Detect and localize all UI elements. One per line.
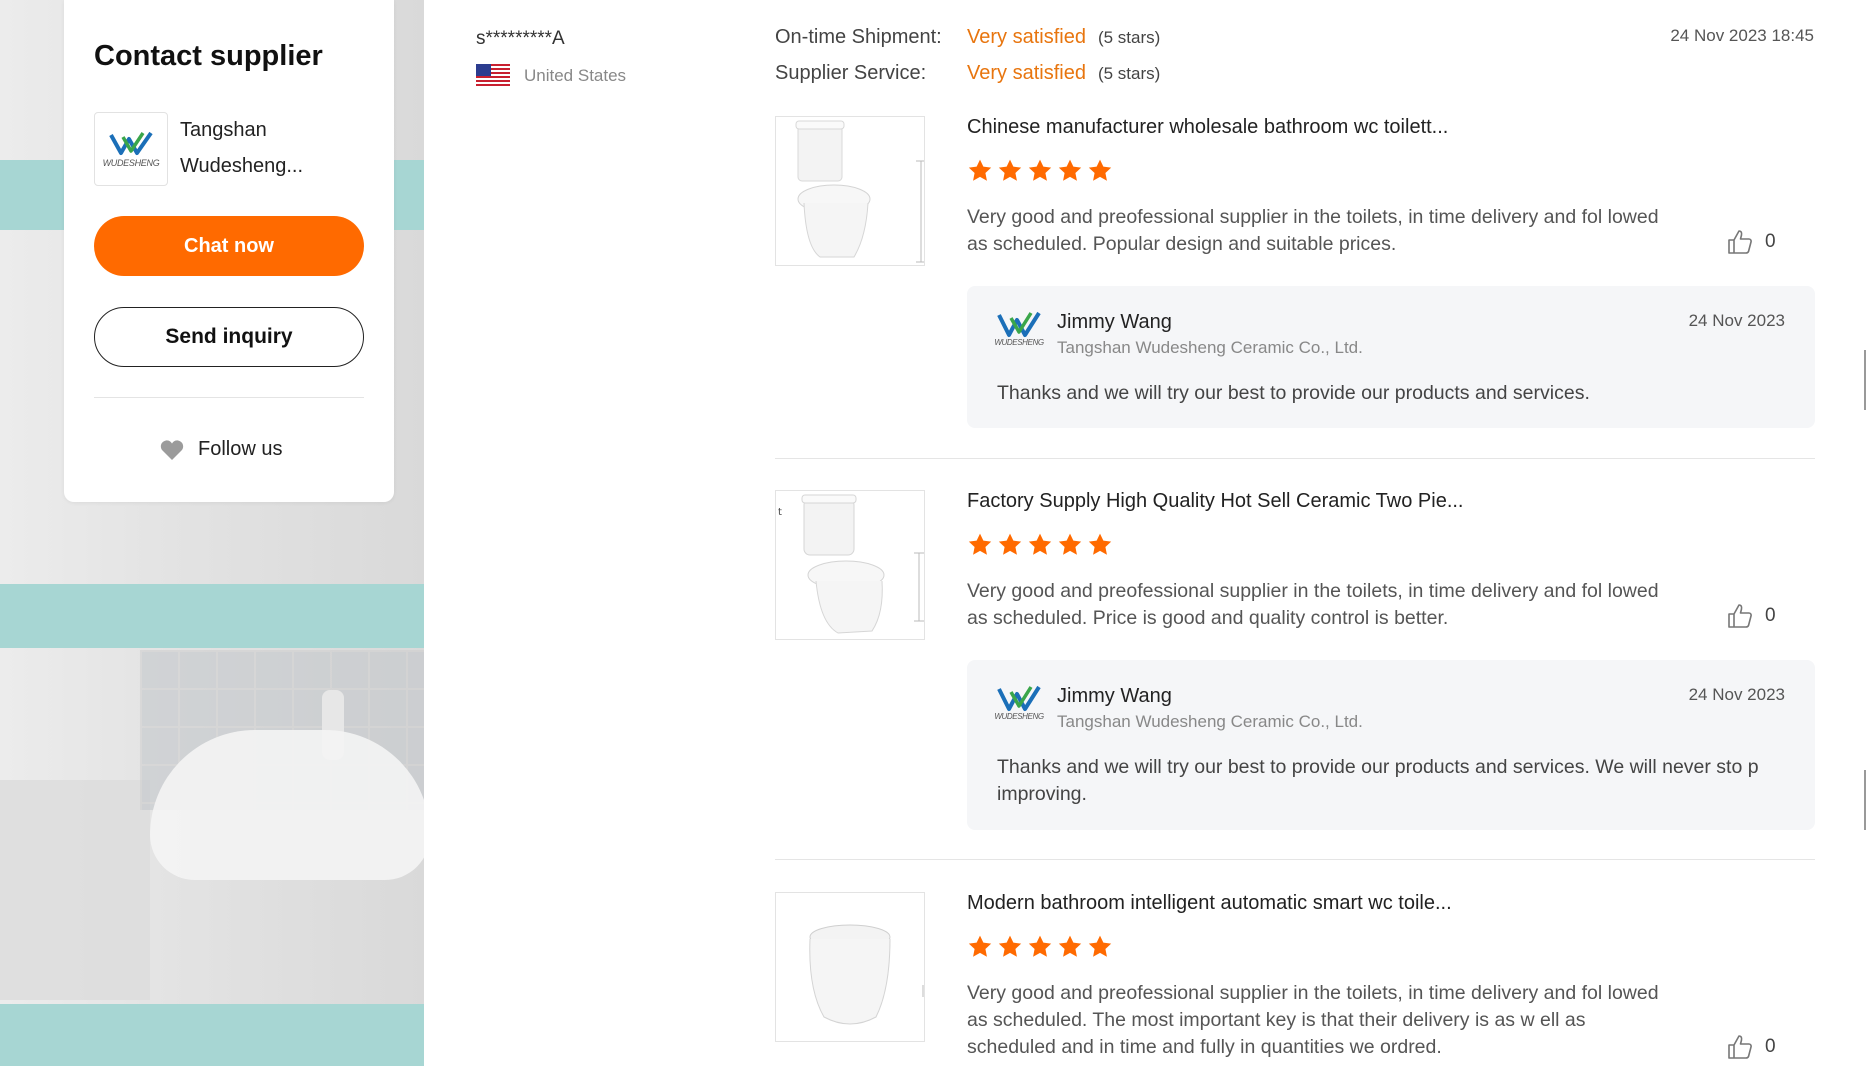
product-title[interactable]: Chinese manufacturer wholesale bathroom … xyxy=(967,116,1448,139)
background-stripe xyxy=(0,584,424,648)
supplier-logo[interactable]: WUDESHENG xyxy=(94,112,168,186)
supplier-reply: WUDESHENG Jimmy Wang Tangshan Wudesheng … xyxy=(967,286,1815,428)
reply-supplier-logo: WUDESHENG xyxy=(994,310,1044,354)
review-date: 24 Nov 2023 18:45 xyxy=(1670,26,1814,45)
rating-stars-text: (5 stars) xyxy=(1097,28,1161,47)
review-text: Very good and preofessional supplier in … xyxy=(967,580,1659,629)
reply-date: 24 Nov 2023 xyxy=(1688,311,1785,330)
rating-label: Supplier Service: xyxy=(775,62,927,84)
rating-label: On-time Shipment: xyxy=(775,26,942,48)
star-icon xyxy=(1088,935,1112,957)
star-icon xyxy=(998,935,1022,957)
review-divider xyxy=(775,458,1815,459)
rating-value: Very satisfied xyxy=(967,26,1086,48)
supplier-logo-text: WUDESHENG xyxy=(994,338,1044,347)
reply-company: Tangshan Wudesheng Ceramic Co., Ltd. xyxy=(1057,338,1363,357)
toilet-image xyxy=(795,120,924,263)
star-icon xyxy=(1028,533,1052,555)
country-name: United States xyxy=(524,66,627,85)
rating-on-time-shipment: On-time Shipment: Very satisfied (5 star… xyxy=(775,26,1160,62)
review-item: Chinese manufacturer wholesale bathroom … xyxy=(775,116,1815,428)
follow-us-button[interactable]: Follow us xyxy=(160,438,282,461)
review-item: t Factory Supply High Quality Hot Sell C… xyxy=(775,490,1815,830)
like-count: 0 xyxy=(1765,605,1776,626)
star-icon xyxy=(1088,533,1112,555)
star-icon xyxy=(1028,935,1052,957)
chat-now-button[interactable]: Chat now xyxy=(94,216,364,276)
follow-us-label: Follow us xyxy=(198,438,283,460)
toilet-image xyxy=(809,924,924,1025)
product-thumbnail[interactable]: t xyxy=(775,490,925,640)
reply-text: Thanks and we will try our best to provi… xyxy=(997,756,1759,805)
supplier-logo-text: WUDESHENG xyxy=(994,712,1044,721)
review-item: Modern bathroom intelligent automatic sm… xyxy=(775,892,1815,1066)
reply-text: Thanks and we will try our best to provi… xyxy=(997,382,1590,404)
toilet-image: t xyxy=(778,494,924,634)
background-wall xyxy=(0,780,150,1000)
star-icon xyxy=(1058,533,1082,555)
thumbs-up-icon xyxy=(1728,230,1752,254)
product-title[interactable]: Factory Supply High Quality Hot Sell Cer… xyxy=(967,490,1463,513)
star-icon xyxy=(968,159,992,181)
star-icon xyxy=(1088,159,1112,181)
rating-supplier-service: Supplier Service: Very satisfied (5 star… xyxy=(775,62,1160,98)
supplier-name[interactable]: Tangshan Wudesheng... xyxy=(180,112,320,184)
reply-author-name: Jimmy Wang xyxy=(1057,311,1172,333)
star-rating xyxy=(967,532,1113,558)
review-divider xyxy=(775,859,1815,860)
background-sink xyxy=(150,730,424,880)
star-icon xyxy=(1058,935,1082,957)
star-icon xyxy=(998,159,1022,181)
reply-date: 24 Nov 2023 xyxy=(1688,685,1785,704)
like-count: 0 xyxy=(1765,231,1776,252)
product-thumbnail[interactable] xyxy=(775,892,925,1042)
reviewer-name: s*********A xyxy=(476,28,565,49)
like-button[interactable]: 0 xyxy=(1727,1034,1776,1060)
rating-stars-text: (5 stars) xyxy=(1097,64,1161,83)
us-flag-icon xyxy=(476,64,510,88)
product-thumbnail[interactable] xyxy=(775,116,925,266)
star-icon xyxy=(968,533,992,555)
contact-title: Contact supplier xyxy=(94,40,323,72)
supplier-info: WUDESHENG Tangshan Wudesheng... xyxy=(94,112,320,186)
star-icon xyxy=(998,533,1022,555)
thumbs-up-icon xyxy=(1728,604,1752,628)
supplier-logo-mark xyxy=(109,131,153,155)
like-button[interactable]: 0 xyxy=(1727,603,1776,629)
send-inquiry-button[interactable]: Send inquiry xyxy=(94,307,364,367)
review-text: Very good and preofessional supplier in … xyxy=(967,982,1659,1058)
reviewer-country: United States xyxy=(476,64,626,88)
thumbs-up-icon xyxy=(1728,1035,1752,1059)
rating-value: Very satisfied xyxy=(967,62,1086,84)
star-icon xyxy=(1058,159,1082,181)
supplier-logo-mark xyxy=(997,685,1041,711)
supplier-logo-mark xyxy=(997,311,1041,337)
reply-supplier-logo: WUDESHENG xyxy=(994,684,1044,728)
background-stripe xyxy=(0,1004,424,1066)
star-rating xyxy=(967,158,1113,184)
like-button[interactable]: 0 xyxy=(1727,229,1776,255)
like-count: 0 xyxy=(1765,1036,1776,1057)
product-title[interactable]: Modern bathroom intelligent automatic sm… xyxy=(967,892,1452,915)
reply-author-name: Jimmy Wang xyxy=(1057,685,1172,707)
supplier-logo-text: WUDESHENG xyxy=(102,157,160,168)
star-rating xyxy=(967,934,1113,960)
star-icon xyxy=(1028,159,1052,181)
svg-text:t: t xyxy=(778,507,782,518)
reply-company: Tangshan Wudesheng Ceramic Co., Ltd. xyxy=(1057,712,1363,731)
review-text: Very good and preofessional supplier in … xyxy=(967,206,1659,255)
supplier-reply: WUDESHENG Jimmy Wang Tangshan Wudesheng … xyxy=(967,660,1815,830)
heart-icon xyxy=(160,439,184,460)
divider xyxy=(94,397,364,398)
supplier-ratings: On-time Shipment: Very satisfied (5 star… xyxy=(775,26,1160,98)
contact-supplier-card: Contact supplier WUDESHENG Tangshan Wude… xyxy=(64,0,394,502)
star-icon xyxy=(968,935,992,957)
